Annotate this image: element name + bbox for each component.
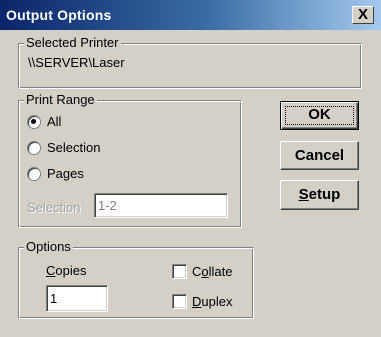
ok-button[interactable]: OK bbox=[280, 101, 359, 130]
collate-first: C bbox=[192, 264, 202, 279]
window-title: Output Options bbox=[6, 7, 112, 23]
radio-selection-label: Selection bbox=[47, 140, 101, 155]
collate-rest: llate bbox=[208, 264, 233, 279]
collate-label: Collate bbox=[192, 264, 232, 279]
selection-input[interactable] bbox=[94, 193, 228, 218]
duplex-checkbox[interactable] bbox=[172, 294, 187, 309]
duplex-accel: D bbox=[192, 294, 202, 309]
setup-accel: S bbox=[298, 186, 309, 203]
ok-button-label: OK bbox=[308, 106, 331, 123]
setup-rest: etup bbox=[308, 186, 341, 203]
copies-label: Copies bbox=[46, 263, 86, 278]
copies-accel: C bbox=[46, 263, 56, 278]
output-options-dialog: Output Options X Selected Printer \\SERV… bbox=[0, 0, 381, 337]
setup-button-label: Setup bbox=[299, 181, 341, 209]
radio-pages-label: Pages bbox=[47, 166, 84, 181]
cancel-button[interactable]: Cancel bbox=[280, 141, 359, 170]
setup-button[interactable]: Setup bbox=[280, 180, 359, 210]
duplex-label: Duplex bbox=[192, 294, 232, 309]
duplex-rest: uplex bbox=[201, 294, 233, 309]
radio-pages[interactable] bbox=[27, 167, 41, 181]
radio-selection[interactable] bbox=[27, 141, 41, 155]
close-button[interactable]: X bbox=[352, 6, 374, 24]
printer-name: \\SERVER\Laser bbox=[28, 55, 125, 70]
options-group-label: Options bbox=[24, 239, 73, 254]
collate-checkbox[interactable] bbox=[172, 264, 187, 279]
collate-accel: o bbox=[201, 264, 209, 279]
selected-printer-group-label: Selected Printer bbox=[24, 35, 121, 50]
print-range-group-label: Print Range bbox=[24, 92, 97, 107]
selection-field-label: Selection bbox=[27, 200, 81, 215]
radio-all[interactable] bbox=[27, 115, 41, 129]
cancel-button-label: Cancel bbox=[294, 147, 345, 164]
radio-all-label: All bbox=[47, 114, 62, 129]
copies-input[interactable] bbox=[46, 285, 108, 312]
title-bar[interactable]: Output Options X bbox=[0, 0, 381, 30]
copies-rest: opies bbox=[55, 263, 87, 278]
close-icon: X bbox=[357, 6, 368, 23]
